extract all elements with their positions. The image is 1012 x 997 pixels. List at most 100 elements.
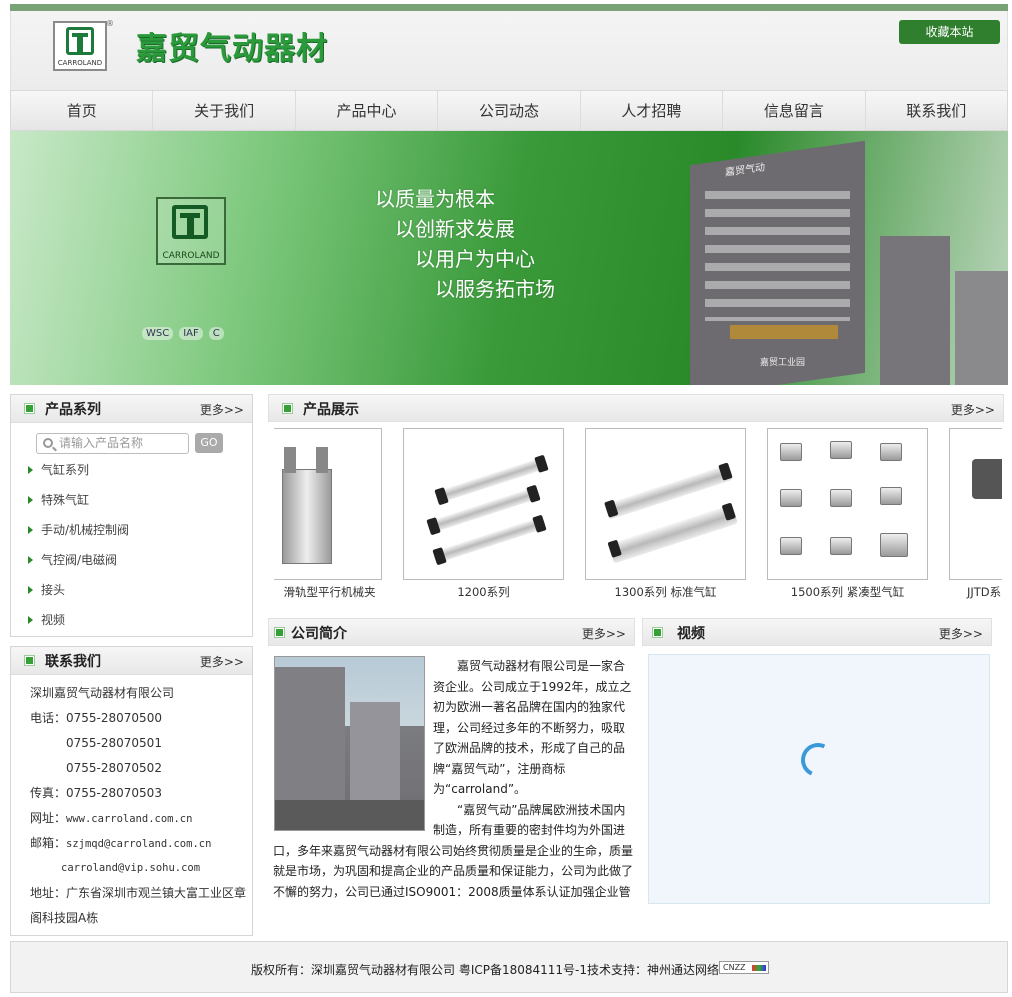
more-link[interactable]: 更多>> (951, 401, 995, 418)
contact-fax: 传真：0755-28070503 (30, 786, 162, 800)
product-tile (830, 489, 852, 507)
nav-item-about[interactable]: 关于我们 (152, 91, 294, 130)
search-placeholder: 请输入产品名称 (59, 436, 144, 450)
building-far (955, 271, 1008, 385)
cert-badge-wsc: WSC (142, 327, 174, 340)
nav-item-news[interactable]: 公司动态 (437, 91, 579, 130)
banner-logo-mark-icon (172, 205, 208, 239)
phone-label: 电话： (30, 711, 67, 725)
product-tile (830, 537, 852, 555)
brand-name: 嘉贸气动器材 (136, 31, 328, 67)
product-image (767, 428, 928, 580)
gripper-body (282, 469, 332, 564)
bullet-square-icon (283, 404, 292, 413)
email-link[interactable]: szjmqd@carroland.com.cn (66, 838, 211, 850)
series-item[interactable]: 视频 (27, 613, 129, 643)
company-profile: 公司简介 更多>> 嘉贸气动器材有限公司是一家合资企业。公司成立于1992年，成… (268, 618, 635, 898)
panel-header: 联系我们 更多>> (11, 647, 252, 675)
product-carousel: 滑轨型平行机械夹 1200系列 1300系列 标准气缸 1500系列 紧凑型气缸… (274, 428, 1002, 604)
video-player[interactable] (648, 654, 990, 904)
main-nav: 首页 关于我们 产品中心 公司动态 人才招聘 信息留言 联系我们 (10, 90, 1008, 131)
series-item[interactable]: 接头 (27, 583, 129, 613)
more-link[interactable]: 更多>> (939, 625, 983, 642)
slogan-line: 以服务拓市场 (435, 277, 555, 301)
contact-address: 地址：广东省深圳市观兰镇大富工业区章 (30, 886, 247, 900)
nav-item-jobs[interactable]: 人才招聘 (579, 91, 722, 130)
contact-company: 深圳嘉贸气动器材有限公司 (30, 686, 175, 700)
hero-banner: CARROLAND WSC IAF C 以质量为根本 以创新求发展 以用户为中心… (10, 131, 1008, 385)
product-shape (972, 459, 1002, 499)
panel-header: 产品展示 更多>> (268, 394, 1004, 422)
favorite-button[interactable]: 收藏本站 (899, 20, 1000, 44)
company-logo[interactable]: CARROLAND ® (53, 19, 114, 71)
header: CARROLAND ® 嘉贸气动器材 收藏本站 (10, 11, 1008, 90)
series-item[interactable]: 气控阀/电磁阀 (27, 553, 129, 583)
search-go-button[interactable]: GO (195, 433, 223, 453)
phone-number: 0755-28070501 (66, 736, 162, 750)
building-windows (705, 191, 850, 321)
panel-header: 公司简介 更多>> (268, 618, 635, 646)
footer: 版权所有：深圳嘉贸气动器材有限公司 粤ICP备18084111号-1技术支持：神… (10, 941, 1008, 993)
loading-spinner-icon (796, 738, 840, 782)
cert-badge-iaf: IAF (179, 327, 203, 340)
bullet-square-icon (275, 628, 284, 637)
more-link[interactable]: 更多>> (200, 401, 244, 418)
phone-number: 0755-28070500 (66, 711, 162, 725)
website-link[interactable]: www.carroland.com.cn (66, 813, 192, 825)
panel-title: 产品系列 (45, 402, 101, 418)
web-label: 网址： (30, 811, 67, 825)
product-tile (780, 443, 802, 461)
product-card[interactable]: 1300系列 标准气缸 (585, 428, 746, 600)
series-item[interactable]: 手动/机械控制阀 (27, 523, 129, 553)
series-item[interactable]: 特殊气缸 (27, 493, 129, 523)
nav-item-products[interactable]: 产品中心 (294, 91, 437, 130)
product-image (403, 428, 564, 580)
product-image (585, 428, 746, 580)
search-icon (43, 438, 53, 448)
building-mid (880, 236, 950, 385)
product-caption: 1200系列 (457, 585, 510, 599)
image-spacer (273, 656, 433, 834)
nav-item-contact[interactable]: 联系我们 (864, 91, 1007, 130)
logo-mark-icon (66, 27, 94, 55)
product-card[interactable]: 1500系列 紧凑型气缸 (767, 428, 928, 600)
contact-address: 阁科技园A栋 (30, 911, 99, 925)
product-search-input[interactable]: 请输入产品名称 (36, 433, 189, 454)
cnzz-badge[interactable]: CNZZ (719, 961, 769, 974)
top-accent-line (10, 4, 1008, 11)
logo-text: CARROLAND (57, 59, 103, 67)
product-tile (880, 533, 908, 557)
mail-label: 邮箱： (30, 836, 67, 850)
profile-text: 嘉贸气动器材有限公司是一家合资企业。公司成立于1992年，成立之初为欧洲一著名品… (273, 656, 635, 898)
contact-website: 网址：www.carroland.com.cn (30, 810, 246, 835)
gripper-jaw (316, 447, 328, 473)
more-link[interactable]: 更多>> (200, 653, 244, 670)
registered-mark: ® (106, 19, 114, 28)
more-link[interactable]: 更多>> (582, 625, 626, 642)
product-caption: 1500系列 紧凑型气缸 (790, 585, 905, 599)
product-tile (880, 443, 902, 461)
product-tile (780, 489, 802, 507)
series-item[interactable]: 气缸系列 (27, 463, 129, 493)
bullet-square-icon (25, 404, 34, 413)
nav-item-home[interactable]: 首页 (11, 91, 152, 130)
gripper-jaw (284, 447, 296, 473)
park-sign: 嘉贸工业园 (760, 358, 806, 368)
product-card[interactable]: JJTD系 (949, 428, 1002, 600)
banner-logo: CARROLAND (156, 197, 226, 265)
product-tile (880, 487, 902, 505)
nav-item-message[interactable]: 信息留言 (722, 91, 864, 130)
panel-title: 联系我们 (45, 654, 101, 670)
phone-number: 0755-28070502 (66, 761, 162, 775)
product-caption: 滑轨型平行机械夹 (283, 585, 376, 599)
park-gate (730, 325, 838, 339)
slogan-line: 以用户为中心 (415, 247, 535, 271)
video-panel: 视频 更多>> (642, 618, 998, 908)
email-link[interactable]: carroland@vip.sohu.com (30, 860, 246, 885)
product-image (274, 428, 382, 580)
product-tile (780, 537, 802, 555)
factory-building-image: 嘉贸气动 嘉贸工业园 (670, 131, 1008, 385)
product-card[interactable]: 1200系列 (403, 428, 564, 600)
product-caption: 1300系列 标准气缸 (614, 585, 717, 599)
product-card[interactable]: 滑轨型平行机械夹 (274, 428, 382, 600)
